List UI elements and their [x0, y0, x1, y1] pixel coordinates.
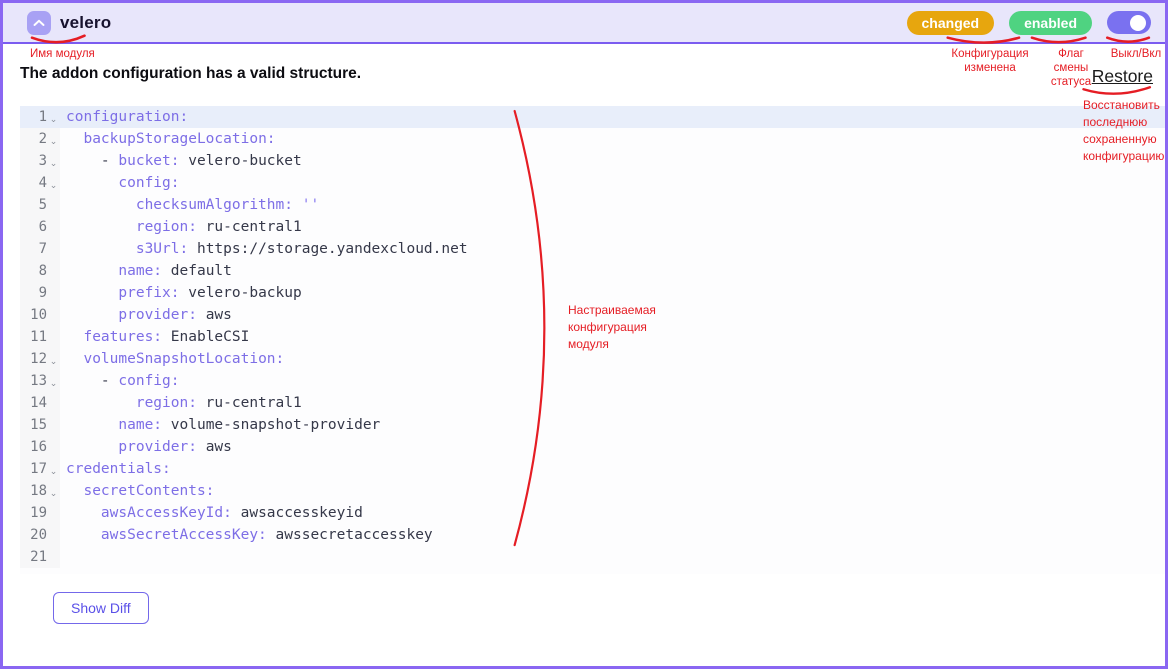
code-line[interactable]: 15 name: volume-snapshot-provider	[20, 414, 1165, 436]
code-line-text: - config:	[60, 370, 1165, 392]
fold-toggle-icon[interactable]: ⌄	[47, 373, 60, 395]
code-line[interactable]: 5 checksumAlgorithm: ''	[20, 194, 1165, 216]
restore-link[interactable]: Restore	[1092, 66, 1153, 87]
code-line-text	[60, 546, 1165, 568]
code-line-text: region: ru-central1	[60, 392, 1165, 414]
line-number: 12⌄	[20, 348, 60, 370]
code-line-text: volumeSnapshotLocation:	[60, 348, 1165, 370]
line-number: 17⌄	[20, 458, 60, 480]
fold-toggle-icon[interactable]: ⌄	[47, 483, 60, 505]
line-number: 8	[20, 260, 60, 282]
code-line[interactable]: 20 awsSecretAccessKey: awssecretaccesske…	[20, 524, 1165, 546]
yaml-config-editor[interactable]: 1⌄configuration:2⌄ backupStorageLocation…	[20, 106, 1165, 574]
code-line-text: prefix: velero-backup	[60, 282, 1165, 304]
line-number: 19	[20, 502, 60, 524]
line-number: 4⌄	[20, 172, 60, 194]
line-number: 9	[20, 282, 60, 304]
fold-toggle-icon[interactable]: ⌄	[47, 109, 60, 131]
line-number: 11	[20, 326, 60, 348]
module-configuration-page: velero changed enabled The addon configu…	[0, 0, 1168, 669]
line-number: 10	[20, 304, 60, 326]
code-line-text: region: ru-central1	[60, 216, 1165, 238]
code-line-text: secretContents:	[60, 480, 1165, 502]
module-name: velero	[60, 13, 111, 33]
line-number: 13⌄	[20, 370, 60, 392]
code-line[interactable]: 7 s3Url: https://storage.yandexcloud.net	[20, 238, 1165, 260]
code-line[interactable]: 3⌄ - bucket: velero-bucket	[20, 150, 1165, 172]
module-enable-toggle[interactable]	[1107, 11, 1151, 34]
code-line[interactable]: 12⌄ volumeSnapshotLocation:	[20, 348, 1165, 370]
line-number: 20	[20, 524, 60, 546]
code-line-text: name: volume-snapshot-provider	[60, 414, 1165, 436]
code-line-text: configuration:	[60, 106, 1165, 128]
fold-toggle-icon[interactable]: ⌄	[47, 175, 60, 197]
code-line[interactable]: 1⌄configuration:	[20, 106, 1165, 128]
code-line[interactable]: 18⌄ secretContents:	[20, 480, 1165, 502]
header-status-area: changed enabled	[907, 11, 1157, 35]
code-line-text: credentials:	[60, 458, 1165, 480]
line-number: 18⌄	[20, 480, 60, 502]
line-number: 3⌄	[20, 150, 60, 172]
code-line-text: - bucket: velero-bucket	[60, 150, 1165, 172]
code-line[interactable]: 17⌄credentials:	[20, 458, 1165, 480]
validation-message: The addon configuration has a valid stru…	[20, 65, 1165, 83]
code-line-text: provider: aws	[60, 436, 1165, 458]
line-number: 6	[20, 216, 60, 238]
code-line[interactable]: 13⌄ - config:	[20, 370, 1165, 392]
fold-toggle-icon[interactable]: ⌄	[47, 131, 60, 153]
line-number: 15	[20, 414, 60, 436]
code-line[interactable]: 21	[20, 546, 1165, 568]
code-line[interactable]: 6 region: ru-central1	[20, 216, 1165, 238]
code-line-text: s3Url: https://storage.yandexcloud.net	[60, 238, 1165, 260]
code-line-text: backupStorageLocation:	[60, 128, 1165, 150]
line-number: 2⌄	[20, 128, 60, 150]
line-number: 5	[20, 194, 60, 216]
line-number: 21	[20, 546, 60, 568]
fold-toggle-icon[interactable]: ⌄	[47, 351, 60, 373]
code-line[interactable]: 2⌄ backupStorageLocation:	[20, 128, 1165, 150]
code-line-text: config:	[60, 172, 1165, 194]
changed-status-badge: changed	[907, 11, 995, 35]
enabled-status-badge: enabled	[1009, 11, 1092, 35]
code-line[interactable]: 10 provider: aws	[20, 304, 1165, 326]
chevron-up-icon	[33, 15, 45, 30]
code-line[interactable]: 16 provider: aws	[20, 436, 1165, 458]
module-name-note: Имя модуля	[30, 47, 95, 61]
code-line-text: awsAccessKeyId: awsaccesskeyid	[60, 502, 1165, 524]
line-number: 16	[20, 436, 60, 458]
collapse-button[interactable]	[27, 11, 51, 35]
toggle-knob	[1130, 15, 1146, 31]
restore-underline	[1083, 87, 1149, 93]
code-line-text: checksumAlgorithm: ''	[60, 194, 1165, 216]
code-line-text: name: default	[60, 260, 1165, 282]
code-line-text: features: EnableCSI	[60, 326, 1165, 348]
line-number: 1⌄	[20, 106, 60, 128]
code-line[interactable]: 14 region: ru-central1	[20, 392, 1165, 414]
line-number: 14	[20, 392, 60, 414]
fold-toggle-icon[interactable]: ⌄	[47, 153, 60, 175]
code-line[interactable]: 9 prefix: velero-backup	[20, 282, 1165, 304]
show-diff-button[interactable]: Show Diff	[53, 592, 149, 624]
code-line[interactable]: 11 features: EnableCSI	[20, 326, 1165, 348]
code-line[interactable]: 19 awsAccessKeyId: awsaccesskeyid	[20, 502, 1165, 524]
code-line-text: awsSecretAccessKey: awssecretaccesskey	[60, 524, 1165, 546]
toggle-note: Выкл/Вкл	[1109, 47, 1163, 61]
line-number: 7	[20, 238, 60, 260]
fold-toggle-icon[interactable]: ⌄	[47, 461, 60, 483]
module-header: velero changed enabled	[3, 3, 1165, 44]
code-line[interactable]: 4⌄ config:	[20, 172, 1165, 194]
code-line-text: provider: aws	[60, 304, 1165, 326]
code-line[interactable]: 8 name: default	[20, 260, 1165, 282]
